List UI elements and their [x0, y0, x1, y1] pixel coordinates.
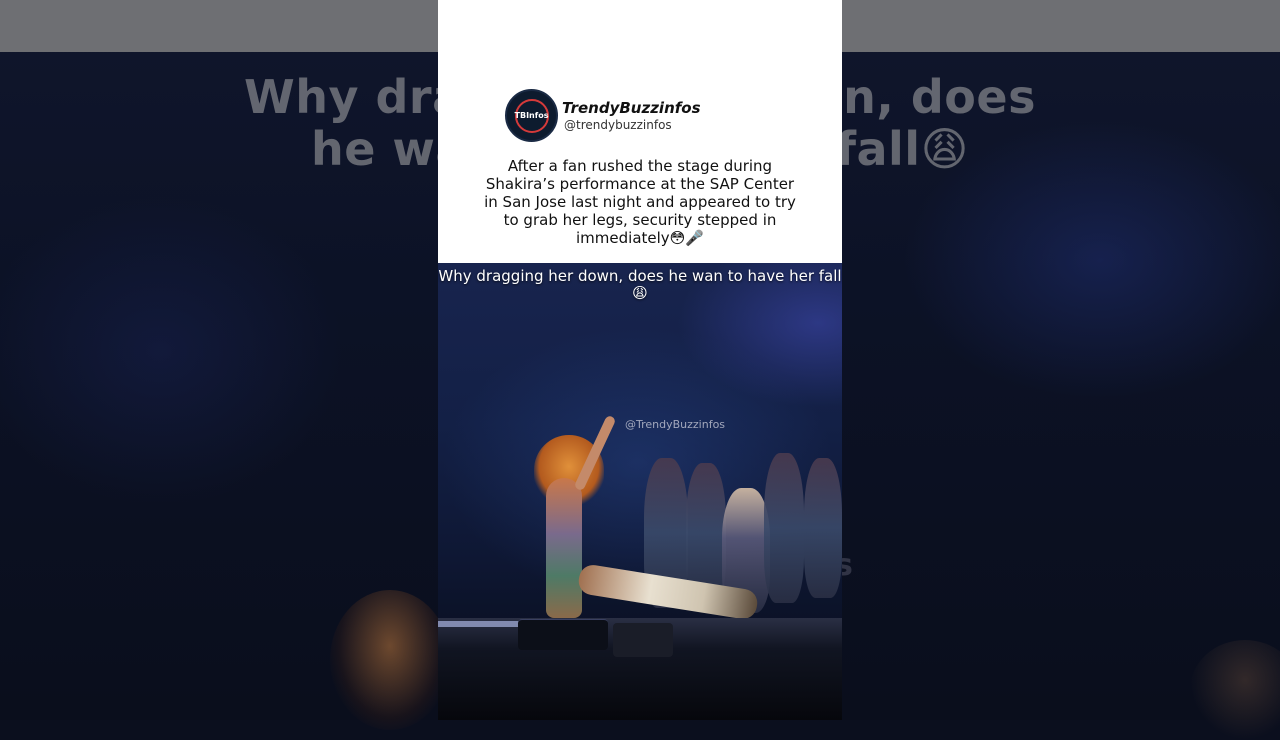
blurred-background-figure-left	[330, 590, 450, 730]
concert-stage-scene: Why dragging her down, does he wan to ha…	[438, 263, 842, 720]
short-video-frame[interactable]: TBInfos TrendyBuzzinfos @trendybuzzinfos…	[438, 0, 842, 720]
post-body-text: After a fan rushed the stage during Shak…	[484, 157, 796, 247]
stage-monitor-speaker	[518, 619, 608, 650]
video-caption: Why dragging her down, does he wan to ha…	[438, 267, 842, 302]
dancer-figure	[764, 453, 804, 603]
account-avatar: TBInfos	[505, 89, 558, 142]
dancer-figure	[804, 458, 842, 598]
account-handle: @trendybuzzinfos	[564, 118, 672, 132]
avatar-logo-text: TBInfos	[514, 111, 549, 120]
singer-figure	[546, 478, 582, 618]
avatar-logo-ring: TBInfos	[514, 98, 549, 133]
video-watermark: @TrendyBuzzinfos	[625, 418, 726, 431]
account-name: TrendyBuzzinfos	[562, 99, 701, 117]
post-card: TBInfos TrendyBuzzinfos @trendybuzzinfos…	[438, 0, 842, 263]
stage-camera-equipment	[613, 623, 673, 657]
